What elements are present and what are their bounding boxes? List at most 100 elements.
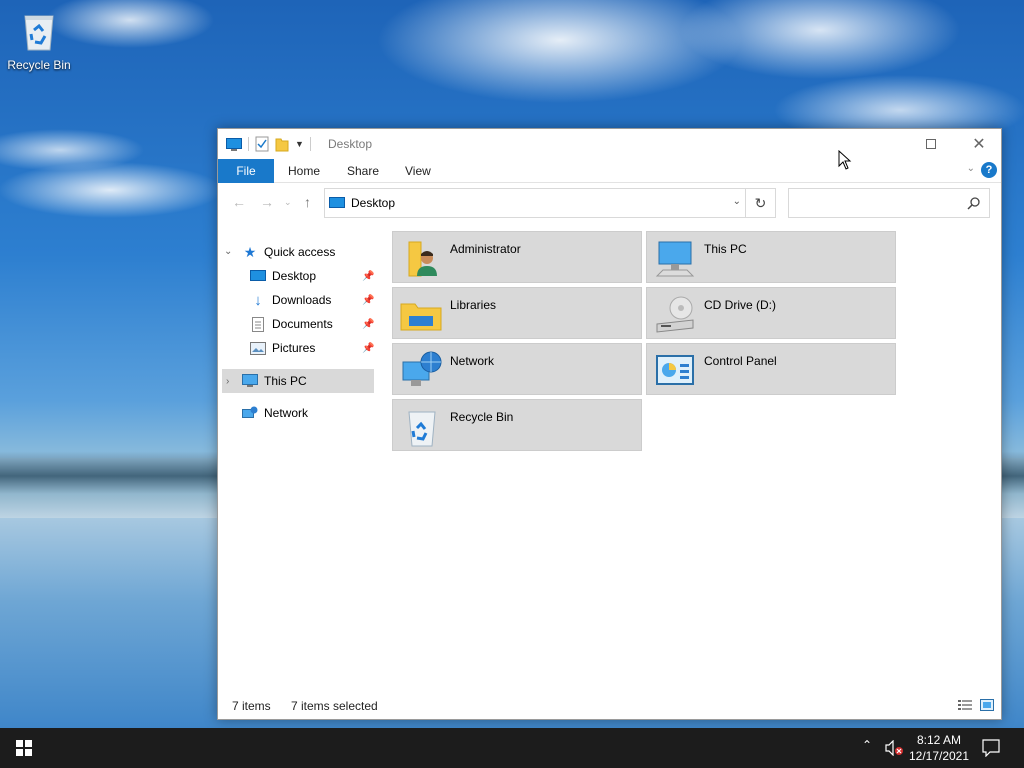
divider [309,137,311,151]
nav-label: This PC [264,374,307,388]
pin-icon: 📌 [362,319,375,330]
large-icons-view-icon[interactable] [980,699,994,711]
close-icon: ✕ [972,136,986,153]
network-icon [242,405,258,421]
properties-icon[interactable] [255,136,269,152]
tab-home[interactable]: Home [288,159,320,183]
tab-file[interactable]: File [218,159,274,183]
maximize-icon [926,139,936,149]
navigation-pane: ⌄ ★ Quick access Desktop 📌 ↓ Downloads 📌… [218,239,378,699]
item-label: Libraries [450,298,497,312]
expand-ribbon-icon[interactable]: ⌄ [967,163,975,174]
quick-access-toolbar: ▼ [226,136,317,152]
nav-label: Downloads [272,293,332,307]
downloads-icon: ↓ [254,291,262,309]
computer-icon [655,241,695,277]
tab-view[interactable]: View [405,159,431,183]
desktop-icon-recycle-bin[interactable]: Recycle Bin [4,8,74,72]
nav-item-this-pc[interactable]: This PC [242,370,307,392]
nav-item-downloads[interactable]: ↓ Downloads [250,289,331,311]
item-count: 7 items [232,699,271,713]
cd-drive-icon [656,296,694,333]
chevron-right-icon[interactable]: › [226,376,229,387]
item-label: Recycle Bin [450,410,514,424]
window-title: Desktop [328,137,373,151]
item-label: This PC [704,242,747,256]
taskbar: ⌃ 8:12 AM 12/17/2021 [0,728,1024,768]
divider [248,137,249,151]
nav-item-pictures[interactable]: Pictures [250,337,315,359]
window-icon [226,138,242,151]
chevron-down-icon[interactable]: ▼ [295,139,304,149]
chevron-down-icon[interactable]: ⌄ [224,246,232,257]
up-button[interactable]: ↑ [304,194,311,210]
desktop-icon [250,268,266,284]
clock-time: 8:12 AM [916,733,962,747]
star-icon: ★ [243,243,257,260]
item-label: Administrator [450,242,521,256]
back-button[interactable]: ← [232,194,246,210]
close-button[interactable]: ✕ [956,129,1002,159]
recent-locations-icon[interactable]: ⌄ [284,197,292,208]
new-folder-icon[interactable] [275,136,289,152]
nav-label: Documents [272,317,333,331]
nav-label: Quick access [264,245,336,259]
volume-muted-icon[interactable] [885,740,903,756]
ribbon-tabs: File Home Share View ⌄ ? [218,159,1001,183]
navigation-bar: ← → ⌄ ↑ Desktop ⌄ ↻ [218,184,1001,222]
nav-label: Network [264,406,309,420]
file-explorer-window[interactable]: ▼ Desktop ✕ File Home Share View ⌄ ? ← →… [217,128,1002,720]
notification-center-icon[interactable] [982,739,1000,757]
item-label: Control Panel [704,354,777,368]
item-label: CD Drive (D:) [704,298,776,312]
nav-item-documents[interactable]: Documents [250,313,333,335]
control-panel-icon [656,355,694,385]
clock-date: 12/17/2021 [908,749,970,763]
pin-icon: 📌 [362,271,375,282]
start-button[interactable] [0,728,48,768]
nav-item-desktop[interactable]: Desktop [250,265,316,287]
address-bar[interactable]: Desktop ⌄ ↻ [324,188,776,218]
forward-button[interactable]: → [260,194,274,210]
item-control-panel[interactable]: Control Panel [646,343,896,395]
item-cd-drive[interactable]: CD Drive (D:) [646,287,896,339]
pictures-icon [250,340,266,356]
pin-icon: 📌 [362,295,375,306]
chevron-down-icon[interactable]: ⌄ [733,196,741,207]
title-bar[interactable]: ▼ Desktop ✕ [218,129,1001,159]
item-this-pc[interactable]: This PC [646,231,896,283]
documents-icon [250,316,266,332]
recycle-bin-icon [19,8,59,52]
item-libraries[interactable]: Libraries [392,287,642,339]
computer-icon [242,373,258,389]
desktop-icon-label: Recycle Bin [7,58,71,72]
pin-icon: 📌 [362,343,375,354]
show-hidden-icons-button[interactable]: ⌃ [862,738,872,752]
status-bar: 7 items 7 items selected [218,695,1001,719]
item-label: Network [450,354,495,368]
search-icon [967,197,980,210]
nav-label: Desktop [272,269,317,283]
mouse-pointer-icon [838,150,852,170]
libraries-icon [400,303,442,331]
help-icon[interactable]: ? [981,162,997,178]
nav-quick-access[interactable]: ★ Quick access [242,241,336,263]
network-icon [402,351,442,386]
item-recycle-bin[interactable]: Recycle Bin [392,399,642,451]
address-path: Desktop [351,196,396,210]
recycle-bin-icon [408,411,436,447]
system-clock[interactable]: 8:12 AM 12/17/2021 [905,732,973,764]
tab-share[interactable]: Share [347,159,379,183]
item-administrator[interactable]: Administrator [392,231,642,283]
nav-label: Pictures [272,341,316,355]
details-view-icon[interactable] [958,699,972,711]
nav-item-network[interactable]: Network [242,402,308,424]
windows-logo-icon [16,740,32,756]
refresh-button[interactable]: ↻ [745,189,775,217]
selected-count: 7 items selected [291,699,378,713]
item-network[interactable]: Network [392,343,642,395]
user-folder-icon [408,241,437,277]
maximize-button[interactable] [908,129,954,159]
desktop-folder-icon [329,197,345,208]
search-input[interactable] [788,188,990,218]
